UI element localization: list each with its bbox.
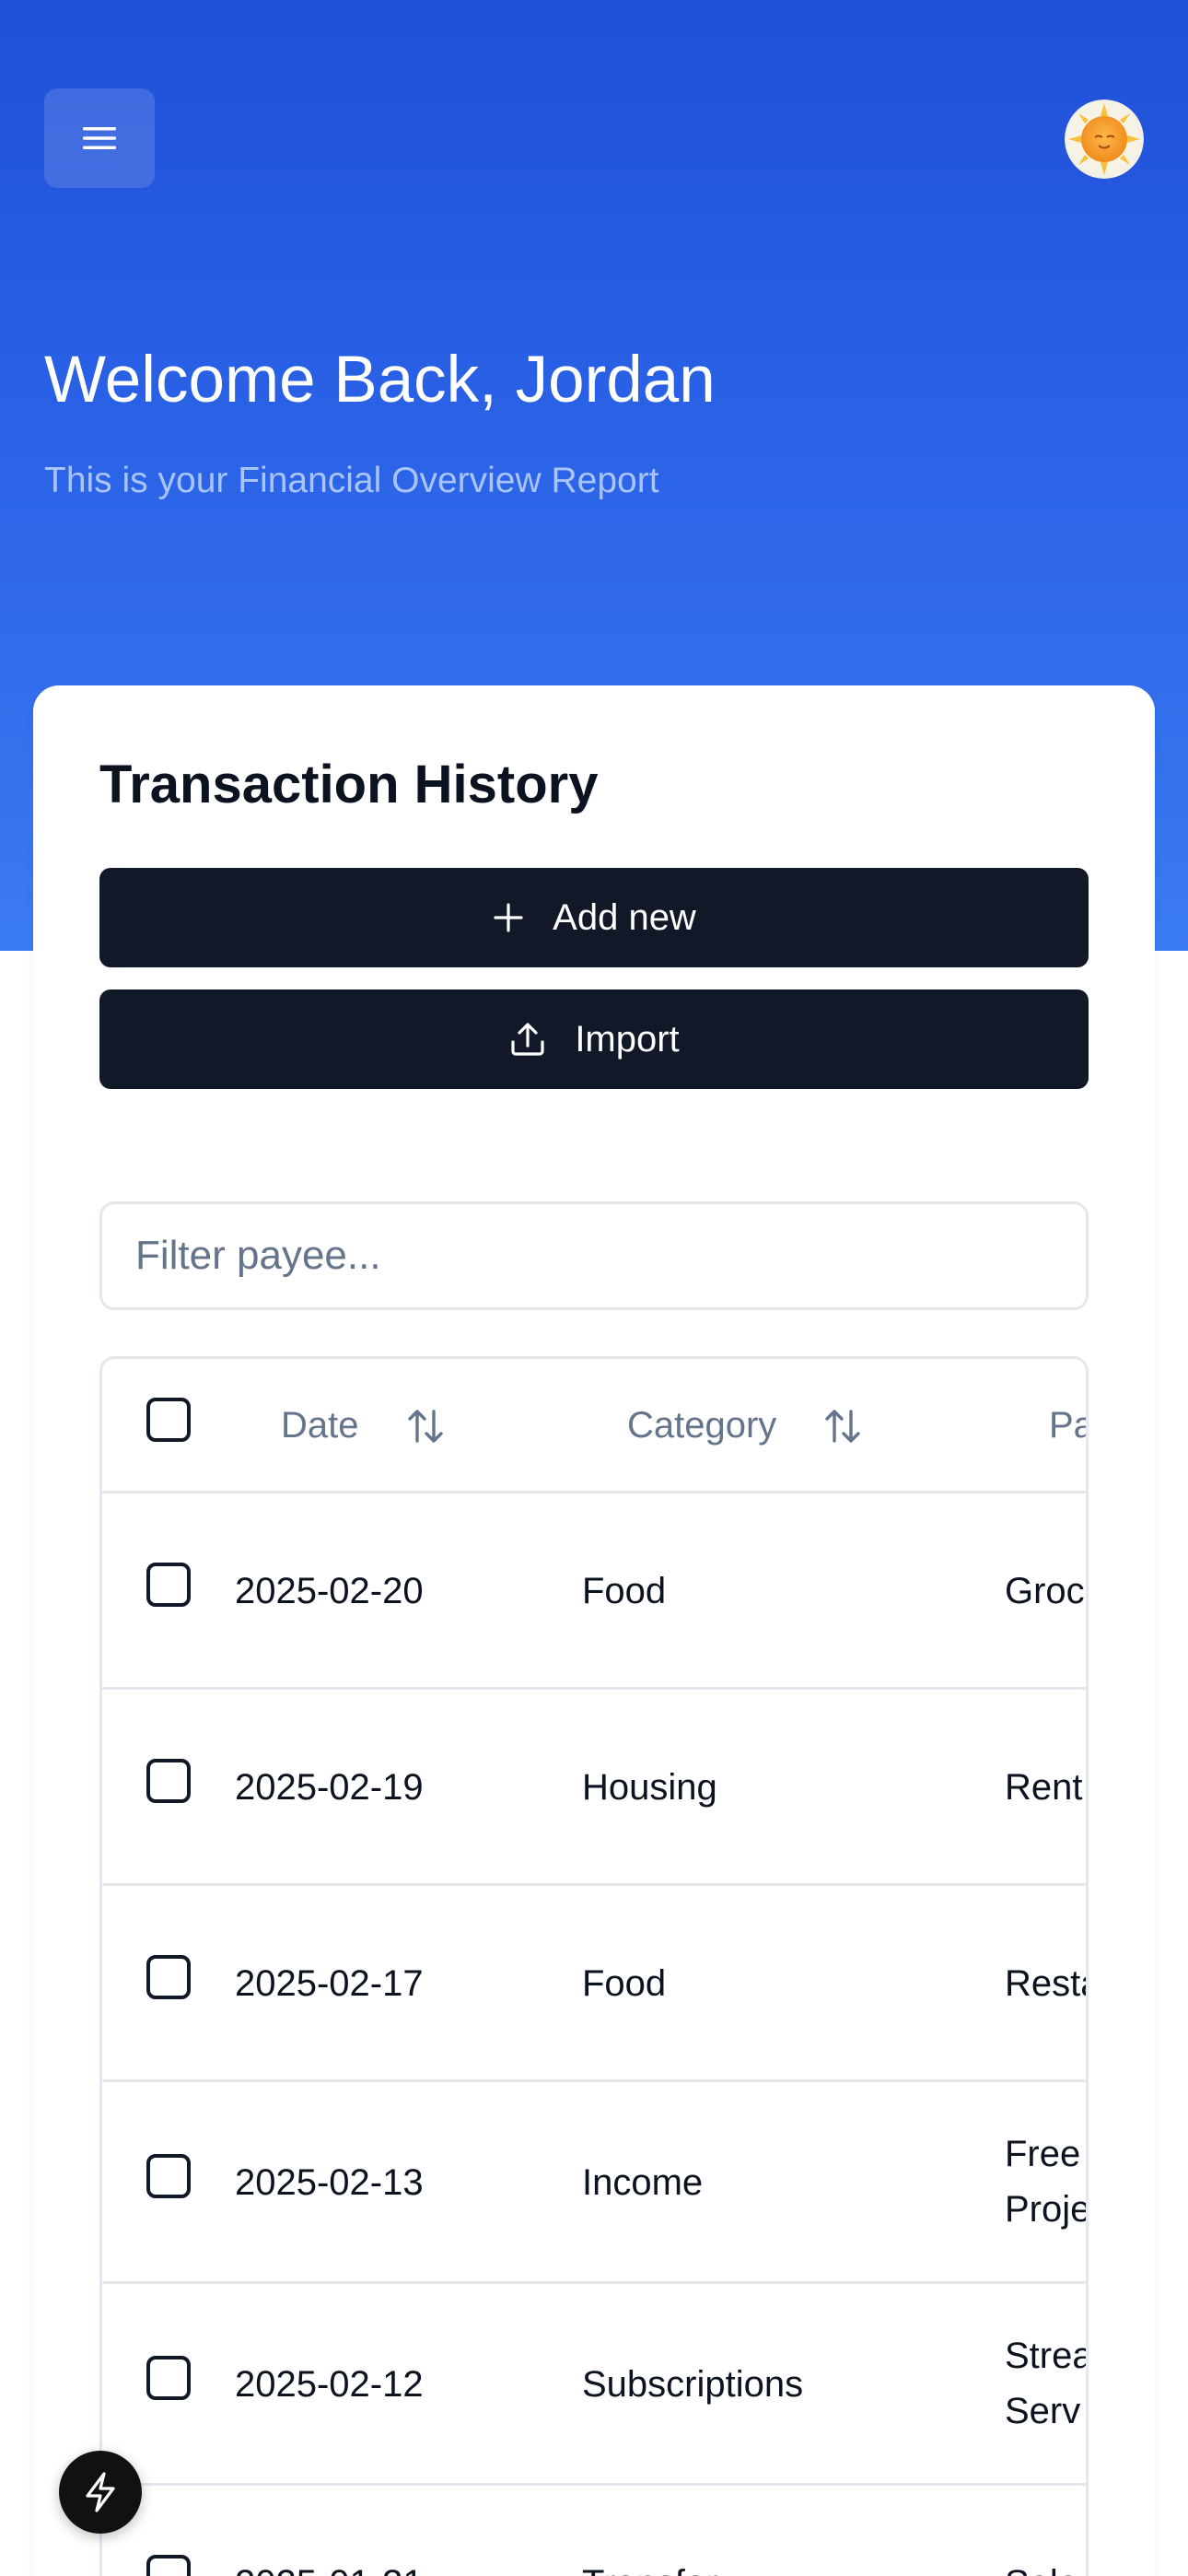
row-checkbox[interactable]	[146, 1759, 191, 1803]
cell-payee-line1: Strea	[1005, 2336, 1089, 2376]
cell-date: 2025-02-13	[235, 2162, 424, 2203]
cell-date: 2025-01-31	[235, 2559, 424, 2576]
plus-icon	[494, 903, 523, 932]
quick-action-button[interactable]	[59, 2451, 142, 2534]
column-header-payee-label: Pa	[1049, 1405, 1086, 1446]
import-button[interactable]: Import	[99, 989, 1089, 1089]
select-all-checkbox[interactable]	[146, 1398, 191, 1442]
cell-category: Transfer	[582, 2559, 717, 2576]
cell-category: Food	[582, 1963, 667, 2004]
avatar[interactable]	[1065, 100, 1144, 179]
table-row[interactable]: 2025-02-20 Food Groc	[102, 1493, 1086, 1690]
sun-avatar-icon	[1065, 100, 1144, 179]
table-row[interactable]: 2025-01-31 Transfer Sala	[102, 2486, 1086, 2576]
table-row[interactable]: 2025-02-19 Housing Rent	[102, 1690, 1086, 1886]
card-title: Transaction History	[99, 755, 599, 814]
cell-payee-line2: Proje	[1005, 2189, 1089, 2230]
cell-date: 2025-02-20	[235, 1571, 424, 1611]
welcome-subtitle: This is your Financial Overview Report	[44, 461, 659, 500]
cell-payee: Resta	[1005, 1963, 1086, 2004]
row-checkbox[interactable]	[146, 2555, 191, 2576]
transaction-table: Date Category Pa 2025-02-20 Food	[99, 1356, 1089, 2576]
cell-category: Food	[582, 1571, 667, 1611]
cell-category: Subscriptions	[582, 2364, 804, 2405]
row-checkbox[interactable]	[146, 2154, 191, 2198]
import-label: Import	[575, 1018, 680, 1060]
cell-date: 2025-02-12	[235, 2364, 424, 2405]
transaction-card: Transaction History Add new Import Date	[33, 685, 1155, 2576]
sort-icon	[825, 1409, 861, 1443]
cell-date: 2025-02-17	[235, 1963, 424, 2004]
table-header-row: Date Category Pa	[102, 1359, 1086, 1493]
menu-button[interactable]	[44, 88, 155, 188]
column-header-date-label: Date	[281, 1405, 359, 1446]
cell-payee-line2: Serv	[1005, 2391, 1081, 2431]
column-header-payee[interactable]: Pa	[1049, 1405, 1086, 1446]
cell-category: Housing	[582, 1767, 717, 1808]
table-row[interactable]: 2025-02-13 Income Free Proje	[102, 2082, 1089, 2284]
table-row[interactable]: 2025-02-12 Subscriptions Strea Serv	[102, 2284, 1089, 2486]
filter-payee-input[interactable]	[99, 1201, 1089, 1310]
bolt-icon	[86, 2472, 115, 2512]
cell-payee: Rent	[1005, 1767, 1083, 1808]
sort-icon	[407, 1409, 443, 1443]
row-checkbox[interactable]	[146, 2356, 191, 2400]
cell-payee: Sala	[1005, 2559, 1078, 2576]
add-new-button[interactable]: Add new	[99, 868, 1089, 967]
cell-payee-line1: Free	[1005, 2134, 1081, 2174]
upload-icon	[511, 1023, 544, 1056]
add-new-label: Add new	[553, 896, 696, 938]
menu-icon	[83, 127, 116, 149]
column-header-category-label: Category	[627, 1405, 777, 1446]
row-checkbox[interactable]	[146, 1563, 191, 1607]
cell-payee: Groc	[1005, 1571, 1085, 1611]
table-row[interactable]: 2025-02-17 Food Resta	[102, 1886, 1086, 2082]
welcome-heading: Welcome Back, Jordan	[44, 344, 716, 416]
cell-category: Income	[582, 2162, 704, 2203]
cell-date: 2025-02-19	[235, 1767, 424, 1808]
column-header-date[interactable]: Date	[281, 1405, 446, 1446]
row-checkbox[interactable]	[146, 1955, 191, 1999]
column-header-category[interactable]: Category	[627, 1405, 863, 1446]
